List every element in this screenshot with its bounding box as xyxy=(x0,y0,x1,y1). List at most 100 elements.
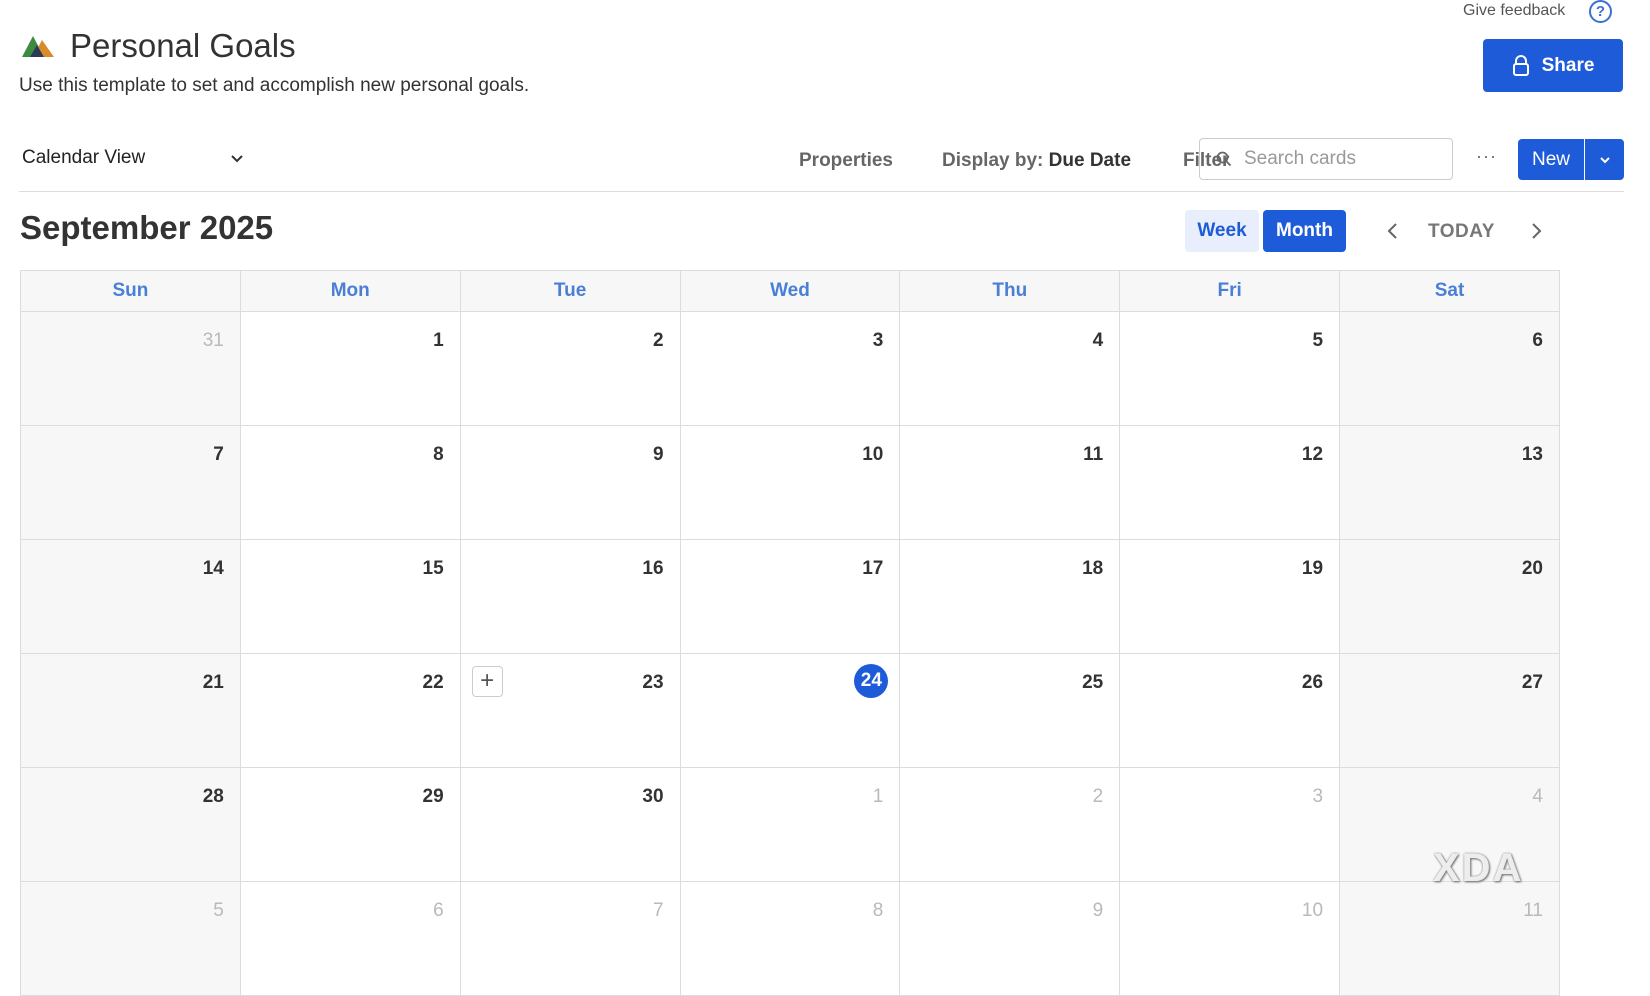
calendar-day-cell[interactable]: 11 xyxy=(899,425,1121,540)
calendar-day-cell[interactable]: 2 xyxy=(899,767,1121,882)
calendar-day-cell[interactable]: 13 xyxy=(1339,425,1560,540)
day-number: 31 xyxy=(202,330,224,351)
day-number: 10 xyxy=(862,444,884,465)
give-feedback-link[interactable]: Give feedback xyxy=(1463,2,1565,20)
calendar-day-cell[interactable]: 16 xyxy=(459,539,681,654)
calendar-day-cell[interactable]: 12 xyxy=(1119,425,1341,540)
calendar-day-cell[interactable]: 19 xyxy=(1119,539,1341,654)
properties-button[interactable]: Properties xyxy=(799,150,893,172)
calendar-week-row: 21 22 +23 24 25 26 27 xyxy=(20,653,1560,768)
day-number: 1 xyxy=(872,786,884,807)
calendar-day-cell[interactable]: 6 xyxy=(1339,311,1560,426)
calendar-day-cell[interactable]: 1 xyxy=(679,767,901,882)
calendar-day-cell[interactable]: 25 xyxy=(899,653,1121,768)
calendar-day-cell[interactable]: 8 xyxy=(239,425,461,540)
calendar-day-cell[interactable]: 24 xyxy=(679,653,901,768)
calendar-day-cell[interactable]: 11 xyxy=(1339,881,1560,996)
day-number: 23 xyxy=(642,672,664,693)
day-number: 17 xyxy=(862,558,884,579)
search-box[interactable] xyxy=(1199,138,1453,180)
weekday-header: Fri xyxy=(1119,270,1341,312)
calendar-day-cell[interactable]: 10 xyxy=(1119,881,1341,996)
weekday-header: Mon xyxy=(239,270,461,312)
calendar-day-cell[interactable]: 26 xyxy=(1119,653,1341,768)
share-button[interactable]: Share xyxy=(1483,39,1623,92)
calendar-day-cell[interactable]: 3 xyxy=(679,311,901,426)
calendar-day-cell[interactable]: 2 xyxy=(459,311,681,426)
calendar-day-cell[interactable]: 6 xyxy=(239,881,461,996)
day-number: 12 xyxy=(1301,444,1324,465)
calendar-day-cell[interactable]: 7 xyxy=(459,881,681,996)
add-card-button[interactable]: + xyxy=(471,666,503,697)
calendar-day-cell[interactable]: 17 xyxy=(679,539,901,654)
day-number: 5 xyxy=(213,900,224,921)
calendar-day-cell[interactable]: 10 xyxy=(679,425,901,540)
day-number: 6 xyxy=(1532,330,1543,351)
calendar-day-cell[interactable]: 28 xyxy=(20,767,241,882)
calendar-day-cell[interactable]: 22 xyxy=(239,653,461,768)
day-number: 25 xyxy=(1082,672,1104,693)
calendar-day-cell[interactable]: 27 xyxy=(1339,653,1560,768)
share-button-label: Share xyxy=(1541,54,1595,76)
calendar-week-row: 5 6 7 8 9 10 11 xyxy=(20,881,1560,996)
weekday-header: Sun xyxy=(20,270,241,312)
day-number: 29 xyxy=(422,786,444,807)
calendar-day-cell[interactable]: 20 xyxy=(1339,539,1560,654)
calendar-day-cell[interactable]: 30 xyxy=(459,767,681,882)
view-selector-label: Calendar View xyxy=(22,147,146,168)
day-number: 3 xyxy=(1312,786,1324,807)
weekday-header: Sat xyxy=(1339,270,1560,312)
day-number: 3 xyxy=(872,330,884,351)
chevron-right-icon[interactable] xyxy=(1527,221,1545,241)
calendar-day-cell[interactable]: 31 xyxy=(20,311,241,426)
calendar-day-cell[interactable]: 1 xyxy=(239,311,461,426)
calendar-day-cell[interactable]: 5 xyxy=(20,881,241,996)
calendar-day-cell[interactable]: 4 xyxy=(899,311,1121,426)
day-number: 14 xyxy=(202,558,224,579)
calendar-week-row: 28 29 30 1 2 3 4 xyxy=(20,767,1560,882)
calendar-day-cell[interactable]: 5 xyxy=(1119,311,1341,426)
help-icon[interactable]: ? xyxy=(1589,0,1612,23)
calendar-day-cell[interactable]: +23 xyxy=(459,653,681,768)
day-number: 2 xyxy=(652,330,664,351)
calendar-grid: Sun Mon Tue Wed Thu Fri Sat 31 1 2 3 4 5 6 7 8 9 1… xyxy=(20,270,1560,996)
weekday-header: Wed xyxy=(679,270,901,312)
day-number: 30 xyxy=(642,786,664,807)
calendar-day-cell[interactable]: 14 xyxy=(20,539,241,654)
day-number: 22 xyxy=(422,672,444,693)
calendar-day-cell[interactable]: 15 xyxy=(239,539,461,654)
day-number: 20 xyxy=(1521,558,1543,579)
calendar-day-cell[interactable]: 29 xyxy=(239,767,461,882)
calendar-week-row: 7 8 9 10 11 12 13 xyxy=(20,425,1560,540)
new-dropdown-button[interactable] xyxy=(1585,139,1624,180)
view-selector[interactable]: Calendar View xyxy=(22,147,244,169)
calendar-day-cell[interactable]: 18 xyxy=(899,539,1121,654)
day-number: 4 xyxy=(1532,786,1543,807)
toolbar-divider xyxy=(19,191,1624,192)
page-subtitle: Use this template to set and accomplish … xyxy=(19,75,530,96)
week-view-button[interactable]: Week xyxy=(1185,210,1259,252)
chevron-left-icon[interactable] xyxy=(1384,221,1402,241)
calendar-day-cell[interactable]: 8 xyxy=(679,881,901,996)
day-number: 27 xyxy=(1521,672,1543,693)
weekday-header: Thu xyxy=(899,270,1121,312)
day-number: 11 xyxy=(1523,900,1543,921)
display-by-button[interactable]: Display by: Due Date xyxy=(942,150,1131,172)
calendar-day-cell[interactable]: 9 xyxy=(899,881,1121,996)
calendar-day-cell[interactable]: 7 xyxy=(20,425,241,540)
display-by-value: Due Date xyxy=(1048,150,1132,171)
display-by-prefix: Display by: xyxy=(942,150,1044,171)
day-number: 18 xyxy=(1082,558,1104,579)
day-number: 8 xyxy=(872,900,884,921)
day-number: 1 xyxy=(433,330,444,351)
month-view-button[interactable]: Month xyxy=(1263,210,1346,252)
more-options-button[interactable]: ··· xyxy=(1476,146,1497,167)
search-input[interactable] xyxy=(1242,147,1446,171)
calendar-day-cell[interactable]: 3 xyxy=(1119,767,1341,882)
today-button[interactable]: TODAY xyxy=(1428,221,1495,243)
calendar-day-cell[interactable]: 21 xyxy=(20,653,241,768)
calendar-week-row: 14 15 16 17 18 19 20 xyxy=(20,539,1560,654)
calendar-day-cell[interactable]: 9 xyxy=(459,425,681,540)
day-number: 28 xyxy=(202,786,224,807)
new-button[interactable]: New xyxy=(1518,139,1584,180)
